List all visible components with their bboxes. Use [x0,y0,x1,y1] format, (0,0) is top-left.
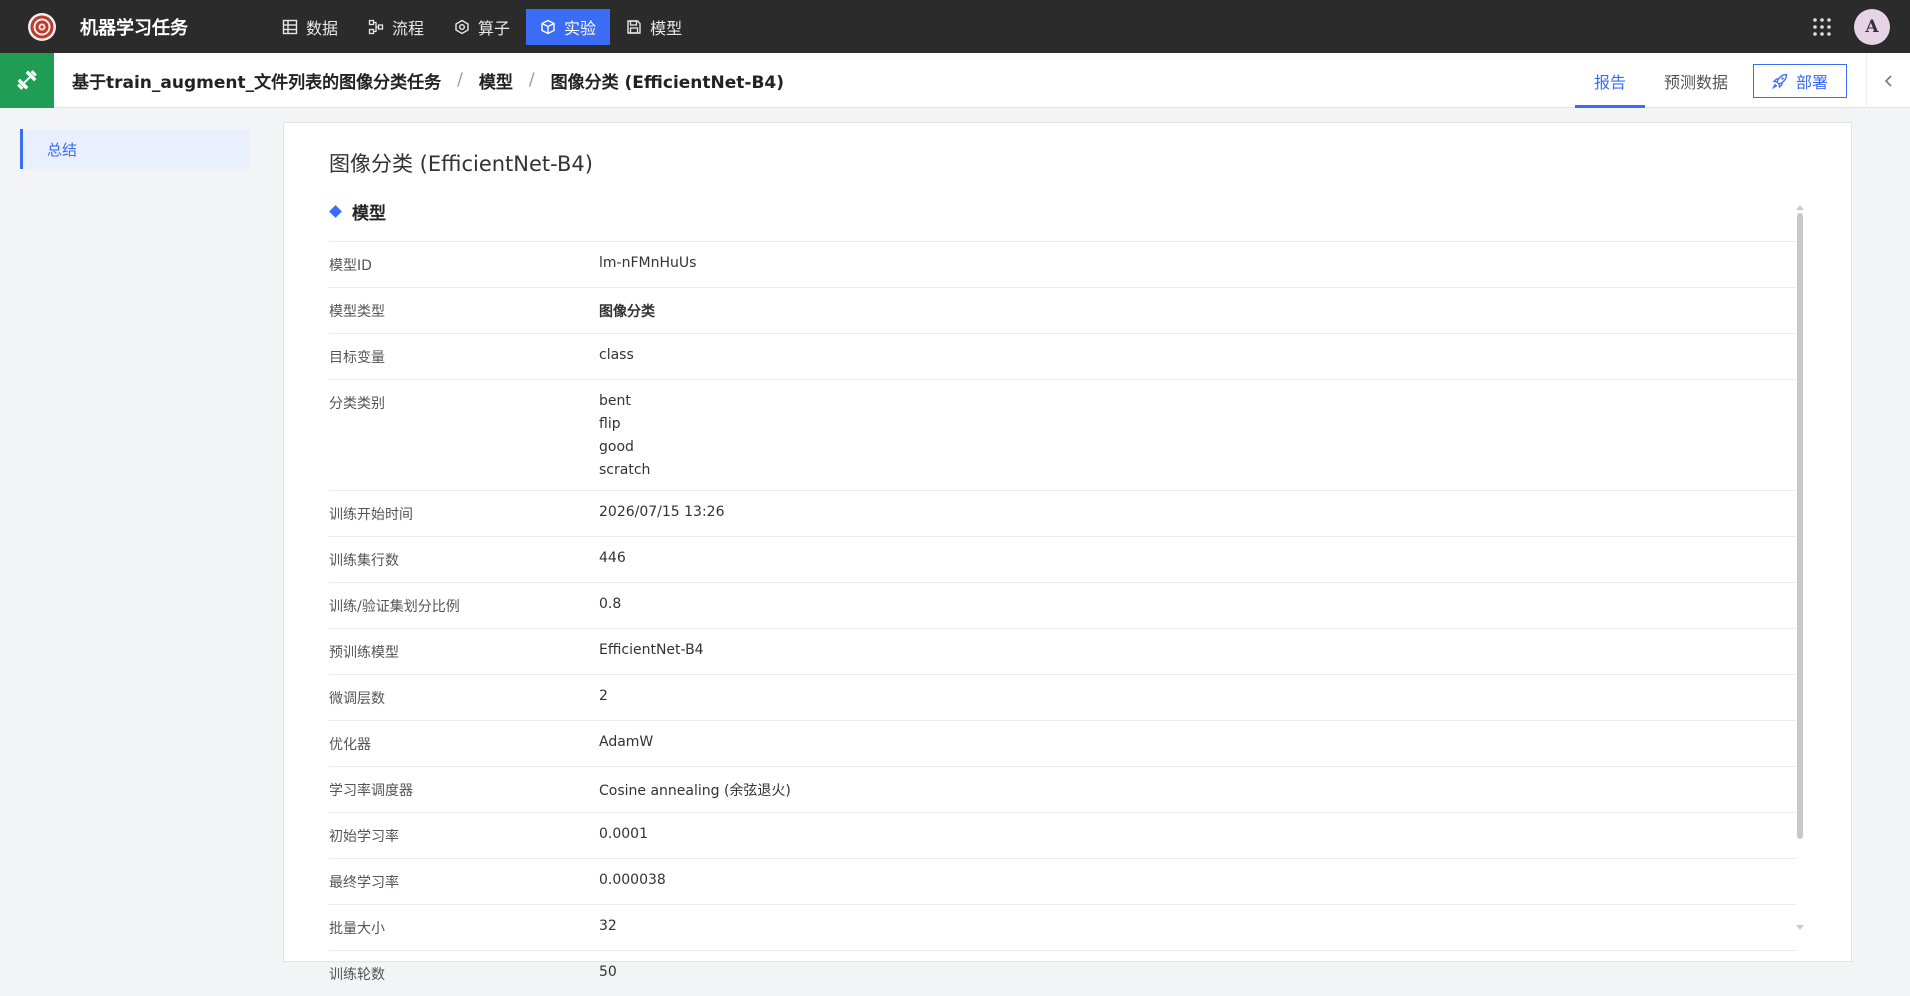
table-row: 训练开始时间 2026/07/15 13:26 [329,490,1796,536]
row-value: 32 [599,918,617,934]
report-sidebar: 总结 [0,109,260,974]
page-title: 图像分类 (EfficientNet-B4) [329,152,593,176]
row-label: 批量大小 [329,921,385,937]
row-value: 0.8 [599,596,622,612]
app-logo-icon[interactable] [20,5,64,49]
row-value: Cosine annealing (余弦退火) [599,783,791,799]
row-label: 模型ID [329,258,372,274]
nav-item-label: 算子 [478,18,511,38]
row-value: 446 [599,550,626,566]
model-info-table: 模型ID lm-nFMnHuUs 模型类型 图像分类 目标变量 class 分类… [329,241,1796,996]
table-row: 训练/验证集划分比例 0.8 [329,582,1796,628]
sidebar-item-summary[interactable]: 总结 [20,129,250,169]
deploy-button[interactable]: 部署 [1753,64,1847,98]
tab-prediction-data[interactable]: 预测数据 [1645,53,1747,108]
row-label: 分类类别 [329,396,385,412]
breadcrumb: 基于train_augment_文件列表的图像分类任务 / 模型 / 图像分类 … [72,68,784,93]
row-value: 2026/07/15 13:26 [599,504,725,520]
section-title: 模型 [352,204,386,224]
table-row: 最终学习率 0.000038 [329,858,1796,904]
table-icon [282,19,298,34]
top-navbar: 机器学习任务 数据 流程 算子 实验 模型 A [0,0,1910,53]
save-icon [627,19,641,34]
apps-grid-icon[interactable] [1812,17,1832,37]
row-label: 学习率调度器 [329,783,413,799]
nav-item-model[interactable]: 模型 [612,9,696,45]
user-avatar[interactable]: A [1854,8,1890,45]
table-row: 预训练模型 EfficientNet-B4 [329,628,1796,674]
table-row: 训练轮数 50 [329,950,1796,996]
row-label: 预训练模型 [329,645,399,661]
nav-item-flow[interactable]: 流程 [354,9,438,45]
table-row: 训练集行数 446 [329,536,1796,582]
chevron-left-icon [1884,74,1892,87]
class-item: scratch [599,462,651,478]
hexagon-icon [455,19,469,34]
section-heading: 模型 [329,199,386,224]
table-row: 模型ID lm-nFMnHuUs [329,241,1796,287]
breadcrumb-task[interactable]: 基于train_augment_文件列表的图像分类任务 [72,68,441,93]
experiment-header: 基于train_augment_文件列表的图像分类任务 / 模型 / 图像分类 … [0,52,1910,108]
row-value: 0.0001 [599,826,648,842]
report-panel: 图像分类 (EfficientNet-B4) 模型 模型ID lm-nFMnHu… [283,122,1852,983]
table-row: 微调层数 2 [329,674,1796,720]
row-label: 训练/验证集划分比例 [329,599,460,615]
scroll-down-arrow-icon[interactable] [1796,925,1804,930]
experiment-icon [0,52,54,108]
tab-report[interactable]: 报告 [1574,53,1645,108]
diamond-icon [329,205,342,218]
row-value: 2 [599,688,608,704]
table-row: 学习率调度器 Cosine annealing (余弦退火) [329,766,1796,812]
table-row: 优化器 AdamW [329,720,1796,766]
table-row: 初始学习率 0.0001 [329,812,1796,858]
class-item: good [599,439,634,455]
class-item: bent [599,393,631,409]
nav-item-label: 模型 [650,18,683,38]
app-title: 机器学习任务 [80,17,188,39]
table-row: 模型类型 图像分类 [329,287,1796,333]
table-row: 分类类别 bent flip good scratch [329,379,1796,490]
row-label: 最终学习率 [329,875,399,891]
row-value: 0.000038 [599,872,666,888]
nav-item-label: 流程 [392,18,425,38]
table-row: 批量大小 32 [329,904,1796,950]
report-tabs: 报告 预测数据 [1574,53,1747,108]
class-item: flip [599,416,621,432]
row-value: 图像分类 [599,304,655,320]
cube-icon [541,19,555,34]
table-row: 目标变量 class [329,333,1796,379]
row-label: 微调层数 [329,691,385,707]
breadcrumb-separator: / [457,70,463,90]
scroll-up-arrow-icon[interactable] [1796,205,1804,210]
row-label: 优化器 [329,737,371,753]
nav-item-label: 实验 [564,18,597,38]
nav-item-data[interactable]: 数据 [268,9,352,45]
row-label: 训练开始时间 [329,507,413,523]
flow-icon [368,19,384,34]
nav-item-label: 数据 [306,18,339,38]
row-label: 目标变量 [329,350,385,366]
breadcrumb-current-model: 图像分类 (EfficientNet-B4) [550,72,785,93]
row-value: AdamW [599,734,654,750]
row-value-list: bent flip good scratch [599,380,1796,490]
nav-item-experiment[interactable]: 实验 [526,8,611,45]
collapse-panel-button[interactable] [1866,53,1910,108]
top-right-controls: A [1812,0,1910,53]
row-label: 初始学习率 [329,829,399,845]
row-label: 训练集行数 [329,553,399,569]
main-nav: 数据 流程 算子 实验 模型 [268,8,698,45]
nav-item-operator[interactable]: 算子 [440,9,524,45]
vertical-scrollbar[interactable] [1797,213,1803,839]
row-value: lm-nFMnHuUs [599,255,697,271]
row-value: class [599,347,634,363]
row-label: 模型类型 [329,304,385,320]
breadcrumb-separator: / [528,70,535,90]
rocket-icon [1771,73,1788,89]
row-value: EfficientNet-B4 [599,642,704,658]
deploy-button-label: 部署 [1795,73,1828,92]
breadcrumb-models[interactable]: 模型 [479,68,513,93]
